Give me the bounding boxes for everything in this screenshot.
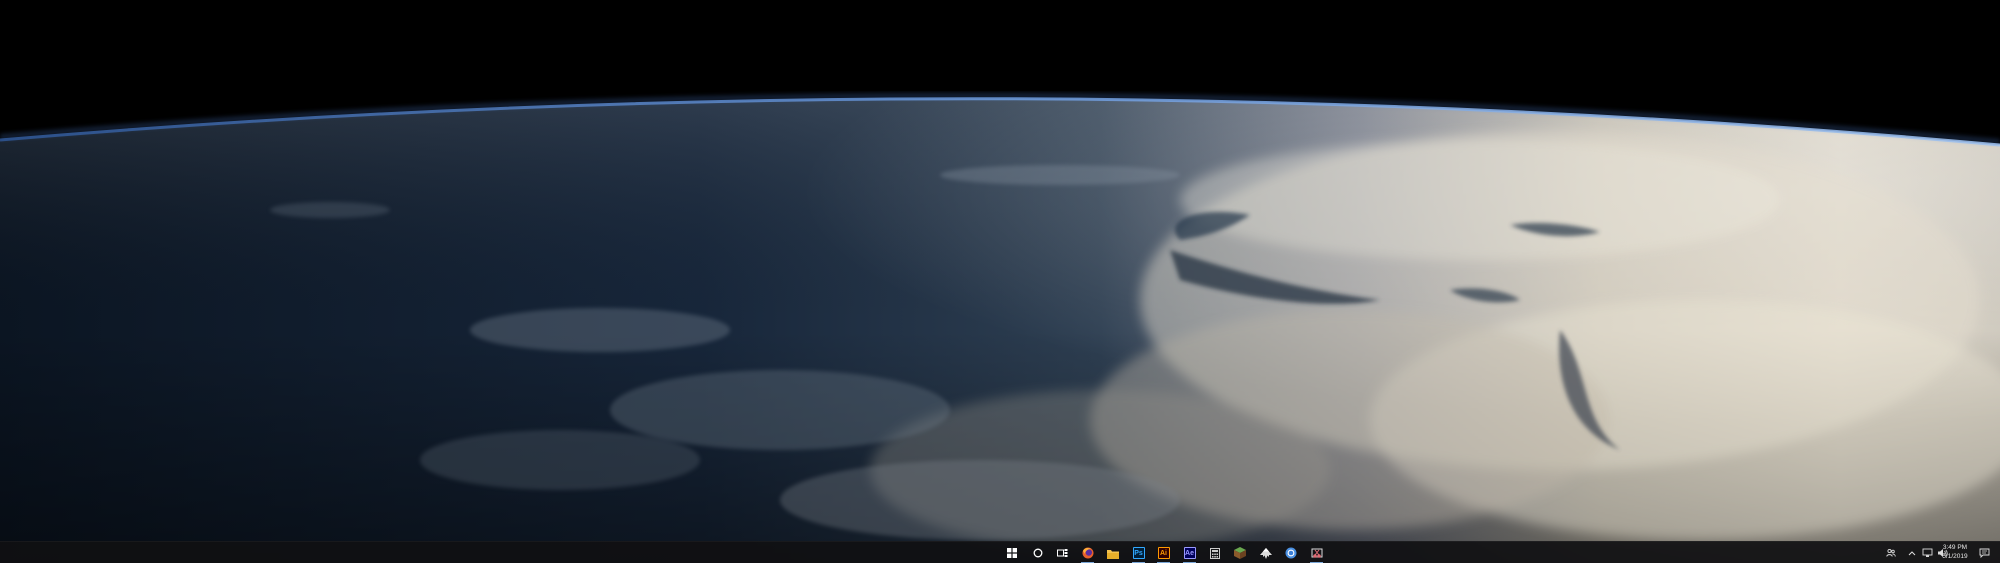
notification-icon: [1979, 548, 1990, 558]
people-icon: [1886, 548, 1896, 557]
people-button[interactable]: [1885, 547, 1897, 559]
after-effects-icon: Ae: [1183, 547, 1196, 559]
taskbar-app-calculator[interactable]: [1206, 545, 1223, 561]
taskbar-app-chrome[interactable]: [1282, 545, 1299, 561]
folder-icon: [1106, 549, 1119, 559]
snipping-tool-icon: [1311, 548, 1322, 558]
task-view-button[interactable]: [1054, 545, 1071, 561]
grass-block-icon: [1233, 547, 1246, 559]
windows-logo-icon: [1006, 548, 1017, 558]
taskbar-app-minecraft[interactable]: [1231, 545, 1248, 561]
action-center-button[interactable]: [1976, 545, 1993, 561]
taskbar: Ps Ai Ae 3:49 PM 5/1/2019: [0, 541, 2000, 563]
taskbar-app-file-explorer[interactable]: [1104, 545, 1121, 561]
clock[interactable]: 3:49 PM 5/1/2019: [1937, 544, 1973, 562]
earth-from-orbit-wallpaper: [0, 0, 2000, 563]
illustrator-icon: Ai: [1157, 547, 1170, 559]
taskbar-app-illustrator[interactable]: Ai: [1155, 545, 1172, 563]
task-view-icon: [1057, 549, 1068, 557]
start-button[interactable]: [1003, 545, 1020, 561]
calculator-icon: [1209, 547, 1220, 559]
taskbar-app-photoshop[interactable]: Ps: [1130, 545, 1147, 563]
chrome-icon: [1285, 547, 1296, 559]
network-button[interactable]: [1921, 547, 1933, 559]
clock-time: 3:49 PM: [1942, 544, 1968, 551]
taskbar-app-snipping-tool[interactable]: [1308, 545, 1325, 563]
show-hidden-icons-button[interactable]: [1906, 547, 1918, 559]
network-icon: [1922, 548, 1932, 557]
taskbar-app-firefox[interactable]: [1079, 545, 1096, 563]
taskbar-app-after-effects[interactable]: Ae: [1181, 545, 1198, 563]
chevron-up-icon: [1908, 551, 1916, 556]
taskbar-app-inkscape[interactable]: [1257, 545, 1274, 561]
cortana-button[interactable]: [1029, 545, 1046, 561]
clock-date: 5/1/2019: [1942, 552, 1968, 560]
photoshop-icon: Ps: [1132, 547, 1145, 559]
cortana-circle-icon: [1033, 548, 1042, 558]
firefox-icon: [1082, 547, 1093, 559]
inkscape-icon: [1259, 547, 1272, 559]
desktop: Ps Ai Ae 3:49 PM 5/1/2019: [0, 0, 2000, 563]
